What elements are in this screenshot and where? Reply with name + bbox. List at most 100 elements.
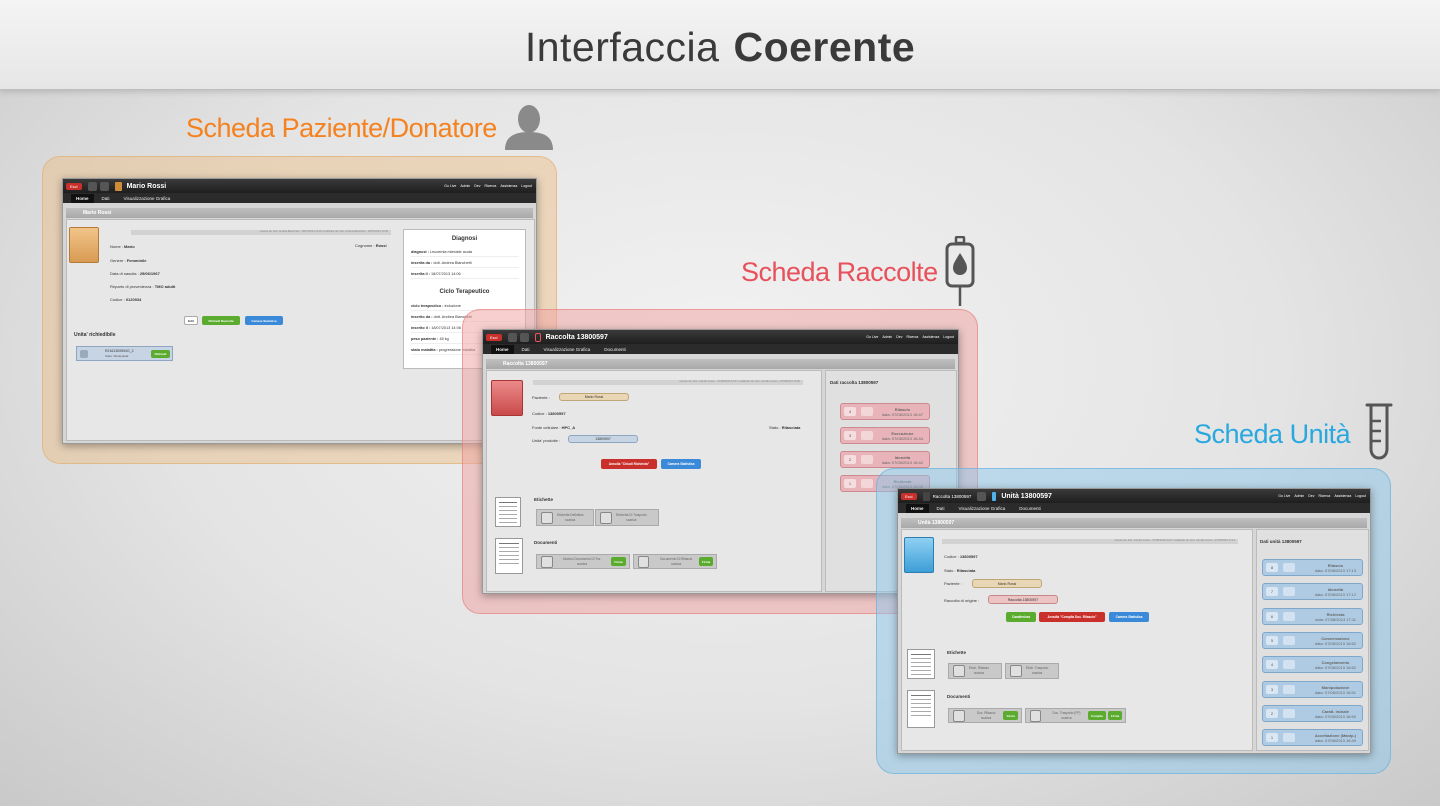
tab-home[interactable]: Home [906, 503, 929, 513]
menu-go-live[interactable]: Go Live [444, 184, 456, 188]
label-scheda-raccolte: Scheda Raccolte [741, 257, 938, 287]
etich-trasporto-item[interactable]: Etich. Trasporto scarica [1005, 663, 1059, 679]
unit-card: R2161300594G_2 Stato: Manipolata Richied… [76, 346, 173, 361]
menu-assistenza[interactable]: Assistenza [500, 184, 517, 188]
menu-go-live[interactable]: Go Live [866, 335, 878, 339]
download-icon [541, 555, 553, 568]
tab-home[interactable]: Home [491, 344, 514, 354]
window-title: Mario Rossi [126, 182, 167, 190]
etich-rilascio-item[interactable]: Etich. Rilascio scarica [948, 663, 1002, 679]
menu-ricerca[interactable]: Ricerca [484, 184, 496, 188]
menu-admin[interactable]: Admin [460, 184, 470, 188]
menu-admin[interactable]: Admin [882, 335, 892, 339]
doc-rilascio-item[interactable]: Doc. Rilascio scarica Firma [948, 708, 1022, 723]
caratterizza-button[interactable]: Caratterizza [1006, 612, 1036, 622]
camera-statistica-button[interactable]: Camera Statistica [661, 459, 701, 469]
diagnosi-heading: Diagnosi [451, 236, 478, 242]
timeline-item[interactable]: 2 Idoneità data: 07/08/2013 16:42 [840, 451, 930, 468]
doc-trasporto-item[interactable]: Doc. Trasporto (FP) scarica Compila Firma [1025, 708, 1126, 723]
timeline-item[interactable]: 3 Esecuzione data: 07/08/2013 16:44 [840, 427, 930, 444]
esci-button[interactable]: Esci [486, 333, 502, 341]
menu-ricerca[interactable]: Ricerca [906, 335, 918, 339]
back-arrow-icon[interactable] [922, 491, 930, 501]
codice-row: Codice : 13800597 [532, 411, 566, 416]
fonte-row: Fonte cellulare : HPC_A [532, 425, 576, 430]
firma-button[interactable]: Firma [699, 557, 713, 566]
timeline-item[interactable]: 8 Rilascio data: 07/08/2013 17:13 [1262, 559, 1363, 576]
annulla-chiudi-button[interactable]: Annulla "Chiudi Richiesta" [601, 459, 657, 469]
documento-trasporto-item[interactable]: Modulo Documento Di Tra. scarica Firma [536, 554, 630, 569]
richiedi-raccolta-button[interactable]: Richiedi Raccolta [202, 316, 240, 325]
reparto-row: Reparto di provenienza : TMO adulti [110, 284, 176, 289]
forward-arrow-icon[interactable] [99, 181, 109, 191]
nascita-row: Data di nascita : 25/06/1967 [110, 271, 160, 276]
documento-rilascio-item[interactable]: Documento Di Rilascio scarica Firma [633, 554, 717, 569]
top-bar: Esci Raccolta 13800597 Unità 13800597 Go… [898, 489, 1370, 503]
edit-button[interactable]: Edit [184, 316, 198, 325]
compila-button[interactable]: Compila [1087, 711, 1107, 720]
paziente-pill[interactable]: Mario Rossi [559, 393, 629, 401]
firma-button[interactable]: Firma [1003, 711, 1018, 720]
menu-dev[interactable]: Dev [1308, 494, 1314, 498]
tab-dati[interactable]: Dati [102, 196, 110, 201]
patient-icon [114, 181, 122, 191]
menu-logout[interactable]: Logout [521, 184, 532, 188]
unita-pill[interactable]: 13800597 [568, 435, 638, 443]
annulla-compila-button[interactable]: Annulla "Compila Doc. Rilascio" [1039, 612, 1105, 622]
camera-statistica-button[interactable]: Camera Statistica [245, 316, 283, 325]
menu-go-live[interactable]: Go Live [1278, 494, 1290, 498]
forward-arrow-icon[interactable] [519, 332, 529, 342]
esci-button[interactable]: Esci [66, 182, 82, 190]
timeline-step-text: Caratt. Iniziale data: 07/08/2013 16:50 [1314, 708, 1356, 719]
tab-visualizzazione[interactable]: Visualizzazione Grafica [544, 347, 591, 352]
nome-row: Nome : Mario [110, 244, 135, 249]
label-scheda-unita: Scheda Unità [1194, 419, 1351, 449]
menu-logout[interactable]: Logout [943, 335, 954, 339]
raccolta-folder-icon [491, 380, 523, 416]
tab-dati[interactable]: Dati [522, 347, 530, 352]
timeline-item[interactable]: 4 Congelamento data: 07/08/2013 16:52 [1262, 656, 1363, 674]
timeline-item[interactable]: 6 Richiesta data: 07/08/2013 17:11 [1262, 607, 1363, 625]
tab-visualizzazione[interactable]: Visualizzazione Grafica [959, 506, 1006, 511]
tab-home[interactable]: Home [71, 193, 94, 203]
timeline-step-icon [1283, 660, 1295, 670]
timeline-item[interactable]: 7 Idoneità data: 07/08/2013 17:12 [1262, 583, 1363, 601]
menu-logout[interactable]: Logout [1355, 494, 1366, 498]
menu-admin[interactable]: Admin [1294, 494, 1304, 498]
timeline-step-number: 5 [1266, 635, 1278, 645]
menu-dev[interactable]: Dev [474, 184, 480, 188]
timeline-item[interactable]: 2 Caratt. Iniziale data: 07/08/2013 16:50 [1262, 704, 1363, 722]
diagnosi-row: inserita da : dott. Andrea Bianchetti [411, 261, 519, 268]
camera-statistica-button[interactable]: Camera Statistica [1109, 612, 1149, 622]
back-arrow-icon[interactable] [507, 332, 517, 342]
menu-dev[interactable]: Dev [896, 335, 902, 339]
esci-button[interactable]: Esci [901, 492, 917, 500]
firma-button[interactable]: Firma [611, 557, 626, 566]
timeline-item[interactable]: 4 Rilascio data: 07/08/2013 16:47 [840, 403, 930, 420]
tab-visualizzazione[interactable]: Visualizzazione Grafica [124, 196, 171, 201]
origine-pill[interactable]: Raccolta 13800597 [988, 595, 1058, 604]
etichetta-definitiva-item[interactable]: Etichetta Definitiva scarica [536, 509, 594, 526]
menu-assistenza[interactable]: Assistenza [1334, 494, 1351, 498]
timeline-item[interactable]: 3 Manipolazione data: 07/08/2013 16:51 [1262, 680, 1363, 698]
tab-dati[interactable]: Dati [937, 506, 945, 511]
breadcrumb[interactable]: Raccolta 13800597 [933, 494, 972, 499]
timeline-step-number: 3 [1266, 684, 1278, 694]
firma-button[interactable]: Firma [1108, 711, 1123, 720]
richiedi-unit-button[interactable]: Richiedi [151, 350, 170, 358]
timeline-step-icon [861, 455, 873, 464]
paziente-pill[interactable]: Mario Rossi [972, 579, 1042, 588]
back-arrow-icon[interactable] [87, 181, 97, 191]
timeline-item[interactable]: 1 Accettazione (Manip.) data: 07/08/2013 1… [1262, 729, 1363, 747]
etichette-heading: Etichette [534, 497, 554, 502]
documenti-heading: Documenti [534, 540, 558, 545]
top-menu: Go Live Admin Dev Ricerca Assistenza Logout [1278, 494, 1366, 498]
forward-arrow-icon[interactable] [977, 491, 987, 501]
origine-label: Raccolta di origine : [944, 598, 980, 603]
menu-ricerca[interactable]: Ricerca [1318, 494, 1330, 498]
timeline-item[interactable]: 5 Conservazione data: 07/08/2013 16:52 [1262, 631, 1363, 649]
menu-assistenza[interactable]: Assistenza [922, 335, 939, 339]
tab-documenti[interactable]: Documenti [604, 347, 626, 352]
etichetta-trasporto-item[interactable]: Etichetta Di Trasporto scarica [595, 509, 659, 526]
tab-documenti[interactable]: Documenti [1019, 506, 1041, 511]
